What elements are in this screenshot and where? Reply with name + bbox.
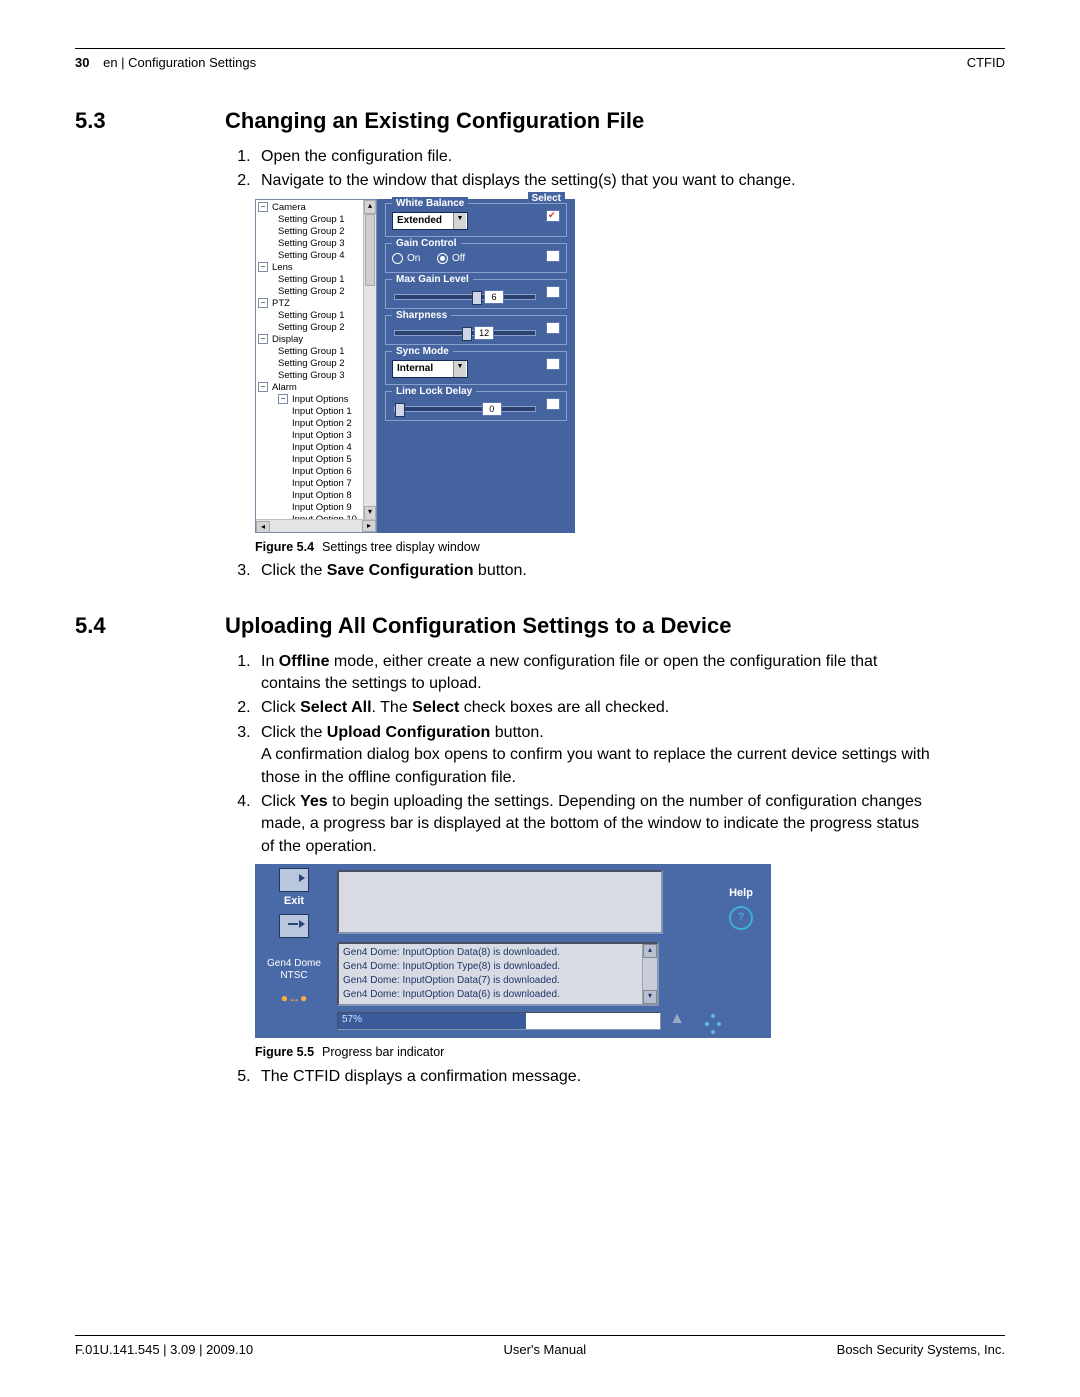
- device-name: Gen4 Dome: [255, 958, 333, 970]
- section-number-5-3: 5.3: [75, 108, 225, 134]
- gain-off-radio[interactable]: Off: [437, 253, 465, 264]
- gain-control-select-checkbox[interactable]: [546, 250, 560, 262]
- gain-control-group: Gain Control On Off: [385, 243, 567, 273]
- page-header: 30 en | Configuration Settings CTFID: [75, 55, 1005, 70]
- main-panel: [337, 870, 663, 934]
- signal-type: NTSC: [255, 970, 333, 982]
- step-5-4-5: The CTFID displays a confirmation messag…: [255, 1066, 935, 1088]
- step-5-3-1: Open the configuration file.: [255, 146, 935, 168]
- white-balance-select-checkbox[interactable]: [546, 210, 560, 222]
- up-arrow-icon: ▲: [669, 1008, 685, 1030]
- exit-label: Exit: [255, 894, 333, 909]
- line-lock-select-checkbox[interactable]: [546, 398, 560, 410]
- sync-mode-dropdown[interactable]: Internal: [392, 360, 468, 378]
- progress-bar: 57%: [337, 1012, 661, 1030]
- sharpness-select-checkbox[interactable]: [546, 322, 560, 334]
- step-5-4-3: Click the Upload Configuration button. A…: [255, 722, 935, 789]
- sync-mode-select-checkbox[interactable]: [546, 358, 560, 370]
- footer-left: F.01U.141.545 | 3.09 | 2009.10: [75, 1342, 253, 1357]
- white-balance-group: White Balance Extended: [385, 203, 567, 237]
- help-icon[interactable]: ?: [729, 906, 753, 930]
- exit-icon[interactable]: [279, 868, 309, 892]
- step-5-3-2: Navigate to the window that displays the…: [255, 170, 935, 192]
- footer-right: Bosch Security Systems, Inc.: [837, 1342, 1005, 1357]
- page-footer: F.01U.141.545 | 3.09 | 2009.10 User's Ma…: [75, 1335, 1005, 1357]
- page-number: 30: [75, 55, 89, 70]
- step-5-4-2: Click Select All. The Select check boxes…: [255, 697, 935, 719]
- figure-5-5: Exit Gen4 Dome NTSC ●↔● Help ? Gen4 Dome…: [255, 864, 771, 1038]
- figure-5-4-caption: Figure 5.4Settings tree display window: [255, 539, 935, 557]
- tree-scrollbar-horizontal[interactable]: ◂▸: [256, 519, 376, 532]
- section-title-5-4: Uploading All Configuration Settings to …: [225, 613, 731, 639]
- help-label: Help: [729, 886, 753, 901]
- gain-on-radio[interactable]: On: [392, 253, 420, 264]
- footer-center: User's Manual: [504, 1342, 587, 1357]
- product-name: CTFID: [967, 55, 1005, 70]
- sync-mode-group: Sync Mode Internal: [385, 351, 567, 385]
- log-scrollbar[interactable]: ▴ ▾: [642, 944, 657, 1004]
- transfer-arrow-icon: ●↔●: [255, 990, 333, 1007]
- figure-5-4: −Camera Setting Group 1 Setting Group 2 …: [255, 199, 575, 533]
- figure-5-5-caption: Figure 5.5Progress bar indicator: [255, 1044, 935, 1062]
- exit-button-icon[interactable]: [279, 914, 309, 938]
- tree-scrollbar-vertical[interactable]: ▴ ▾: [363, 200, 376, 520]
- line-lock-slider[interactable]: 0: [394, 406, 536, 412]
- section-title-5-3: Changing an Existing Configuration File: [225, 108, 644, 134]
- step-5-3-3: Click the Save Configuration button.: [255, 560, 935, 582]
- step-5-4-1: In Offline mode, either create a new con…: [255, 651, 935, 696]
- max-gain-slider[interactable]: 6: [394, 294, 536, 300]
- breadcrumb: en | Configuration Settings: [103, 55, 256, 70]
- section-number-5-4: 5.4: [75, 613, 225, 639]
- step-5-4-4: Click Yes to begin uploading the setting…: [255, 791, 935, 858]
- max-gain-group: Max Gain Level 6: [385, 279, 567, 309]
- white-balance-dropdown[interactable]: Extended: [392, 212, 468, 230]
- spinner-icon: [705, 1014, 721, 1034]
- max-gain-select-checkbox[interactable]: [546, 286, 560, 298]
- log-panel: Gen4 Dome: InputOption Data(8) is downlo…: [337, 942, 659, 1006]
- settings-tree[interactable]: −Camera Setting Group 1 Setting Group 2 …: [255, 199, 377, 533]
- sharpness-group: Sharpness 12: [385, 315, 567, 345]
- settings-panel: Select White Balance Extended Gain Contr…: [377, 199, 575, 533]
- line-lock-group: Line Lock Delay 0: [385, 391, 567, 421]
- sharpness-slider[interactable]: 12: [394, 330, 536, 336]
